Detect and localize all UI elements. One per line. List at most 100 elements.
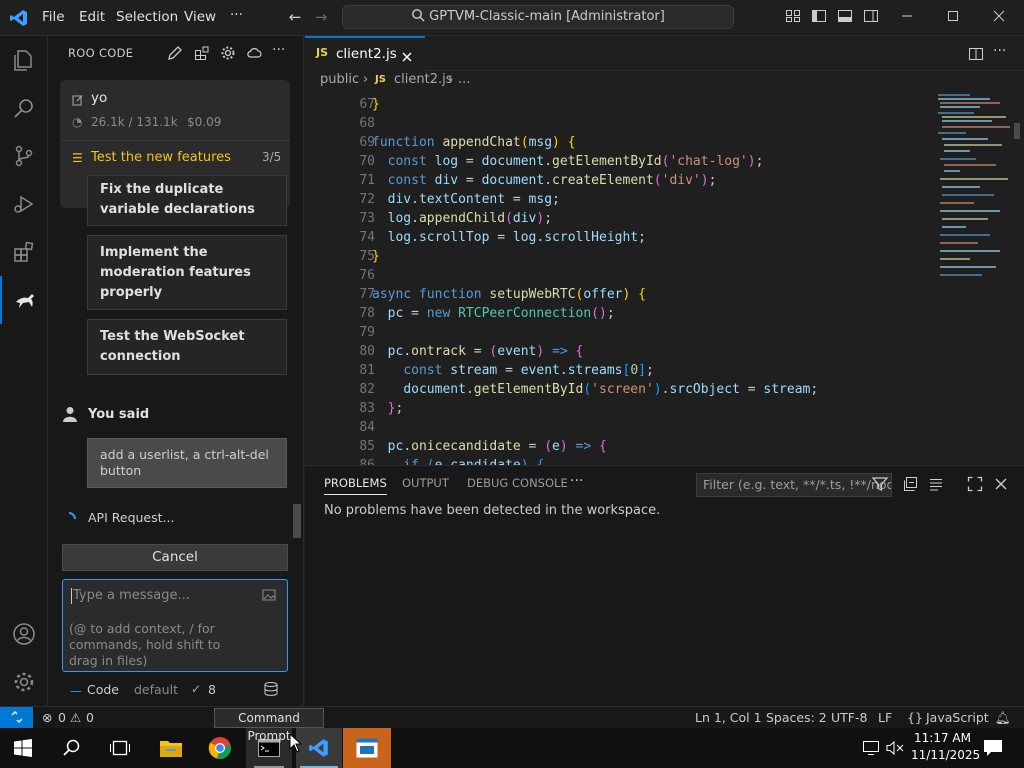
encoding[interactable]: UTF-8 xyxy=(831,710,867,725)
chat-input-hint: (@ to add context, / for commands, hold … xyxy=(69,621,221,668)
more-actions-icon[interactable]: ··· xyxy=(272,42,285,58)
token-usage: 26.1k / 131.1k xyxy=(91,115,178,129)
database-icon: ◔ xyxy=(72,115,83,129)
tab-problems[interactable]: PROBLEMS xyxy=(324,476,387,495)
line-number: 67 xyxy=(359,97,375,112)
editor-scrollbar[interactable] xyxy=(1014,123,1020,139)
new-task-pencil-icon[interactable] xyxy=(167,45,183,61)
tab-output[interactable]: OUTPUT xyxy=(402,476,449,490)
line-number: 75 xyxy=(359,249,375,264)
collapse-all-icon[interactable] xyxy=(902,476,918,492)
view-as-list-icon[interactable] xyxy=(928,476,944,492)
minimize-icon[interactable] xyxy=(898,8,916,26)
remote-indicator[interactable] xyxy=(0,707,33,729)
line-number: 72 xyxy=(359,192,375,207)
indentation[interactable]: Spaces: 2 xyxy=(766,710,827,725)
clock-date[interactable]: 11/11/2025 xyxy=(911,748,980,762)
activity-bar xyxy=(0,36,48,706)
customize-layout-icon[interactable] xyxy=(784,8,802,26)
close-panel-icon[interactable] xyxy=(993,476,1009,492)
sidebar-scrollbar[interactable] xyxy=(293,504,301,538)
back-arrow-icon[interactable]: ← xyxy=(286,8,304,26)
breadcrumb-file[interactable]: client2.js xyxy=(394,72,453,87)
task-view-icon[interactable] xyxy=(109,738,131,758)
language-mode[interactable]: JavaScript xyxy=(926,710,989,725)
cancel-button[interactable]: Cancel xyxy=(62,544,288,571)
forward-arrow-icon[interactable]: → xyxy=(312,8,330,26)
breadcrumb-symbol[interactable]: ... xyxy=(458,72,470,87)
roo-code-icon[interactable] xyxy=(0,276,48,324)
search-icon[interactable] xyxy=(62,738,82,758)
command-center[interactable]: GPTVM-Classic-main [Administrator] xyxy=(342,5,734,29)
search-view-icon[interactable] xyxy=(0,84,48,132)
split-editor-icon[interactable] xyxy=(968,46,984,62)
cloud-icon[interactable] xyxy=(246,45,262,61)
windows-start-icon[interactable] xyxy=(14,739,32,757)
line-number: 81 xyxy=(359,363,375,378)
toggle-primary-sidebar-icon[interactable] xyxy=(810,8,828,26)
toggle-secondary-sidebar-icon[interactable] xyxy=(862,8,880,26)
marketplace-icon[interactable] xyxy=(194,45,210,61)
minimap-preview xyxy=(938,94,1010,276)
explorer-icon[interactable] xyxy=(0,36,48,84)
title-bar: File Edit Selection View ··· ← → GPTVM-C… xyxy=(0,0,1024,36)
toggle-panel-icon[interactable] xyxy=(836,8,854,26)
code-line: const stream = event.streams[0]; xyxy=(403,363,654,378)
roo-code-sidebar: ROO CODE ··· yo ◔ 26.1k / 131.1k $0.09 ☰… xyxy=(48,36,304,706)
cursor-position[interactable]: Ln 1, Col 1 xyxy=(695,710,762,725)
menu-view[interactable]: View xyxy=(184,9,216,25)
close-tab-icon[interactable] xyxy=(401,48,413,62)
accounts-icon[interactable] xyxy=(0,610,48,658)
todo-card-label: Fix the duplicate variable declarations xyxy=(100,182,255,217)
menu-more[interactable]: ··· xyxy=(230,7,243,23)
minimap[interactable] xyxy=(930,91,1024,465)
maximize-panel-icon[interactable] xyxy=(967,476,983,492)
add-image-icon[interactable] xyxy=(262,587,276,601)
menu-file[interactable]: File xyxy=(42,9,65,25)
vscode-logo-icon[interactable] xyxy=(9,8,29,28)
tab-debug-console[interactable]: DEBUG CONSOLE xyxy=(467,476,568,490)
source-control-icon[interactable] xyxy=(0,132,48,180)
line-number: 69 xyxy=(359,135,375,150)
file-explorer-icon[interactable] xyxy=(159,737,183,759)
clock-time[interactable]: 11:17 AM xyxy=(914,731,971,745)
filter-funnel-icon[interactable] xyxy=(871,476,889,492)
line-number: 74 xyxy=(359,230,375,245)
manage-gear-icon[interactable] xyxy=(0,658,48,706)
end-of-line[interactable]: LF xyxy=(878,710,892,725)
line-number: 76 xyxy=(359,268,375,283)
database-stack-icon[interactable] xyxy=(263,681,279,697)
tab-client2-js[interactable]: JS client2.js xyxy=(305,36,425,71)
code-line: function appendChat(msg) { xyxy=(372,135,576,150)
mode-selector[interactable]: Code xyxy=(87,682,119,697)
problems-filter-input[interactable]: Filter (e.g. text, **/*.ts, !**/nod... xyxy=(696,473,892,497)
menu-edit[interactable]: Edit xyxy=(79,9,105,25)
volume-muted-icon[interactable] xyxy=(886,740,906,756)
code-editor[interactable]: 67 68 69 70 71 72 73 74 75 76 77 78 79 80 81 82 83 84 85 86… xyxy=(305,91,930,465)
line-number: 71 xyxy=(359,173,375,188)
network-icon[interactable] xyxy=(862,740,880,756)
auto-approve-count[interactable]: 8 xyxy=(208,682,216,697)
taskbar-app-window[interactable] xyxy=(343,728,391,768)
chat-input[interactable]: Type a message... (@ to add context, / f… xyxy=(62,579,288,672)
extensions-icon[interactable] xyxy=(0,228,48,276)
warning-count[interactable]: 0 xyxy=(86,710,94,725)
error-count[interactable]: 0 xyxy=(58,710,66,725)
api-profile-selector[interactable]: default xyxy=(134,682,178,697)
panel-more-icon[interactable]: ··· xyxy=(570,473,583,489)
close-window-icon[interactable] xyxy=(990,8,1008,26)
user-icon xyxy=(63,406,77,422)
editor-more-icon[interactable]: ··· xyxy=(993,43,1006,59)
run-debug-icon[interactable] xyxy=(0,180,48,228)
breadcrumb-folder[interactable]: public xyxy=(320,72,359,87)
chrome-icon[interactable] xyxy=(208,736,232,760)
settings-gear-icon[interactable] xyxy=(220,45,236,61)
user-message: add a userlist, a ctrl-alt-del button xyxy=(87,438,287,488)
menu-selection[interactable]: Selection xyxy=(116,9,178,25)
task-cost: $0.09 xyxy=(187,115,222,129)
code-line: pc.onicecandidate = (e) => { xyxy=(387,439,607,454)
notifications-icon[interactable] xyxy=(983,739,1003,757)
line-number: 68 xyxy=(359,116,375,131)
notifications-bell-icon[interactable]: 🔔︎ xyxy=(995,710,1011,726)
maximize-icon[interactable] xyxy=(944,8,962,26)
